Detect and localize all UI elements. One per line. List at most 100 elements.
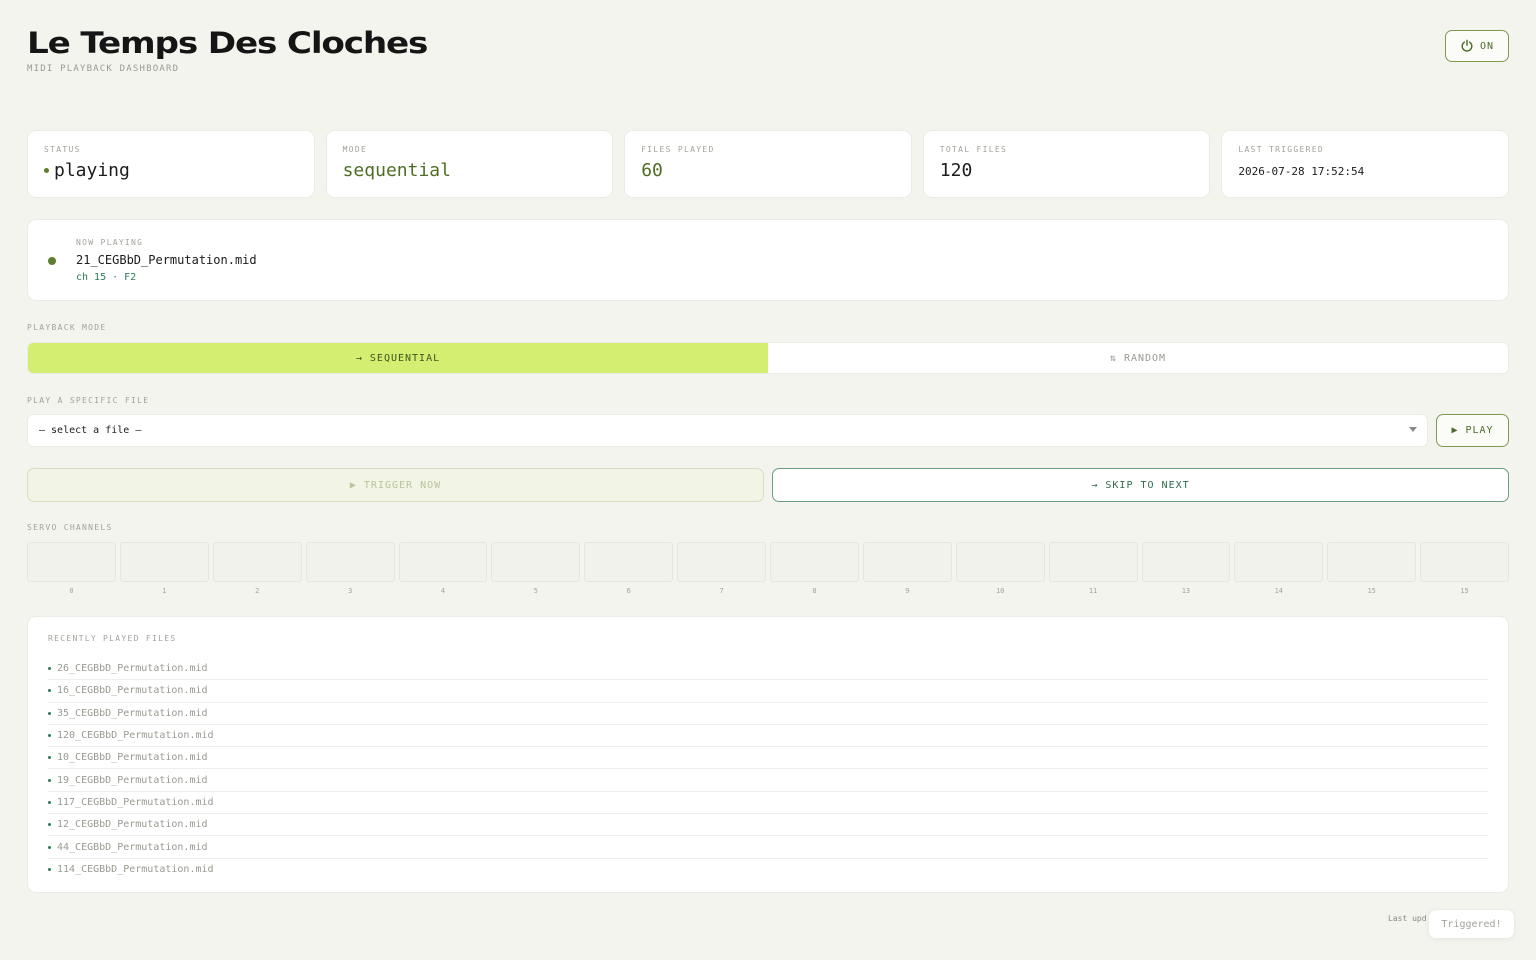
list-item: 12_CEGBbD_Permutation.mid (48, 814, 1488, 837)
bullet-dot-icon (48, 689, 51, 693)
play-file-button[interactable]: ▶ PLAY (1436, 414, 1509, 447)
servo-channel-number: 1 (162, 587, 167, 595)
servo-channel-number: 3 (347, 587, 353, 595)
specific-file-label: PLAY A SPECIFIC FILE (27, 396, 150, 405)
servo-channel-box (584, 542, 674, 582)
files-played-value: 60 (641, 160, 663, 181)
bullet-dot-icon (48, 667, 51, 671)
servo-channel-number: 5 (533, 587, 538, 595)
list-item: 16_CEGBbD_Permutation.mid (48, 680, 1488, 703)
power-toggle-button[interactable]: ON (1445, 30, 1509, 62)
recent-file-name: 44_CEGBbD_Permutation.mid (57, 841, 208, 853)
playing-indicator-icon (48, 257, 56, 265)
servo-channel: 15 (1420, 542, 1509, 595)
total-files-value: 120 (939, 160, 973, 181)
servo-channel-number: 10 (995, 587, 1005, 595)
servo-channel-number: 7 (719, 587, 724, 595)
list-item: 44_CEGBbD_Permutation.mid (48, 836, 1488, 859)
recent-file-name: 120_CEGBbD_Permutation.mid (57, 730, 214, 742)
servo-channel-box (27, 542, 116, 582)
servo-channel-number: 6 (626, 587, 631, 595)
mode-label: MODE (342, 145, 368, 154)
servo-channel-box (770, 542, 859, 582)
last-triggered-card: LAST TRIGGERED 2026-07-28 17:52:54 (1221, 130, 1509, 198)
now-playing-panel: NOW PLAYING 21_CEGBbD_Permutation.mid ch… (27, 219, 1509, 301)
servo-channel: 14 (1234, 542, 1324, 595)
servo-channel-box (862, 542, 952, 582)
list-item: 35_CEGBbD_Permutation.mid (48, 703, 1488, 725)
servo-channel: 8 (770, 542, 859, 595)
recent-files-list: 26_CEGBbD_Permutation.mid 16_CEGBbD_Permu… (48, 658, 1488, 881)
mode-random-button[interactable]: ⇅ RANDOM (768, 343, 1508, 373)
servo-channel: 10 (955, 542, 1045, 595)
list-item: 10_CEGBbD_Permutation.mid (48, 747, 1488, 770)
bullet-dot-icon (48, 778, 51, 782)
servo-channel-box (1048, 542, 1138, 582)
status-text: playing (54, 160, 130, 181)
servo-channel: 3 (305, 542, 395, 595)
recent-file-name: 12_CEGBbD_Permutation.mid (57, 819, 208, 831)
servo-channel-box (119, 542, 209, 582)
bullet-dot-icon (48, 868, 51, 872)
recent-file-name: 19_CEGBbD_Permutation.mid (57, 774, 208, 786)
recent-files-panel: RECENTLY PLAYED FILES 26_CEGBbD_Permutat… (27, 616, 1509, 893)
recent-file-name: 26_CEGBbD_Permutation.mid (57, 663, 208, 675)
list-item: 26_CEGBbD_Permutation.mid (48, 658, 1488, 681)
bullet-dot-icon (48, 734, 51, 738)
now-playing-file: 21_CEGBbD_Permutation.mid (76, 253, 257, 267)
status-card: STATUS playing (27, 130, 315, 198)
servo-channel: 4 (398, 542, 488, 595)
servo-channel-number: 4 (440, 587, 446, 595)
servo-channel: 0 (27, 542, 116, 595)
bullet-dot-icon (48, 800, 51, 804)
status-label: STATUS (44, 145, 81, 154)
servo-channel-number: 13 (1181, 587, 1191, 595)
playback-mode-toggle: → SEQUENTIAL ⇅ RANDOM (27, 342, 1509, 374)
trigger-now-button[interactable]: ▶ TRIGGER NOW (27, 468, 764, 502)
servo-channel: 9 (862, 542, 952, 595)
list-item: 19_CEGBbD_Permutation.mid (48, 769, 1488, 792)
total-files-label: TOTAL FILES (939, 145, 1008, 154)
chevron-down-icon (1409, 427, 1417, 432)
last-triggered-value: 2026-07-28 17:52:54 (1238, 165, 1365, 178)
file-select-dropdown[interactable]: — select a file — (27, 414, 1428, 447)
triggered-toast: Triggered! (1428, 909, 1515, 939)
servo-channel-number: 15 (1367, 587, 1376, 595)
recent-files-label: RECENTLY PLAYED FILES (48, 634, 177, 643)
stats-cards: STATUS playing MODE sequential FILES PLA… (27, 130, 1509, 198)
servo-channel: 11 (1048, 542, 1138, 595)
recent-file-name: 114_CEGBbD_Permutation.mid (57, 864, 214, 876)
recent-file-name: 16_CEGBbD_Permutation.mid (57, 685, 208, 697)
servo-channel: 2 (212, 542, 302, 595)
servo-channel-number: 14 (1274, 587, 1284, 595)
total-files-card: TOTAL FILES 120 (922, 130, 1211, 198)
status-value: playing (44, 160, 298, 181)
servo-channel-number: 0 (69, 587, 74, 595)
page-subtitle: MIDI PLAYBACK DASHBOARD (27, 64, 180, 74)
mode-sequential-button[interactable]: → SEQUENTIAL (28, 343, 768, 373)
servo-channel-number: 8 (812, 587, 817, 595)
file-select-value: — select a file — (39, 425, 142, 436)
bullet-dot-icon (48, 823, 51, 827)
files-played-card: FILES PLAYED 60 (624, 130, 912, 198)
recent-file-name: 35_CEGBbD_Permutation.mid (57, 707, 208, 719)
servo-channels-label: SERVO CHANNELS (27, 523, 113, 532)
servo-channel-box (1327, 542, 1417, 582)
bullet-dot-icon (48, 756, 51, 760)
page-title: Le Temps Des Cloches (27, 26, 428, 60)
bullet-dot-icon (48, 711, 51, 715)
servo-channel-box (305, 542, 395, 582)
power-icon (1461, 39, 1473, 52)
servo-channels-grid: 0 1 2 3 4 5 6 7 8 9 10 11 13 14 15 15 (27, 542, 1509, 595)
servo-channel-number: 15 (1460, 587, 1469, 595)
servo-channel-box (677, 542, 766, 582)
servo-channel: 5 (491, 542, 581, 595)
servo-channel-box (955, 542, 1045, 582)
list-item: 120_CEGBbD_Permutation.mid (48, 725, 1488, 748)
status-dot-icon (44, 168, 49, 173)
servo-channel-number: 2 (255, 587, 260, 595)
list-item: 114_CEGBbD_Permutation.mid (48, 859, 1488, 881)
last-updated-text: Last upd (1388, 914, 1427, 923)
now-playing-label: NOW PLAYING (76, 238, 144, 247)
skip-to-next-button[interactable]: → SKIP TO NEXT (772, 468, 1509, 502)
